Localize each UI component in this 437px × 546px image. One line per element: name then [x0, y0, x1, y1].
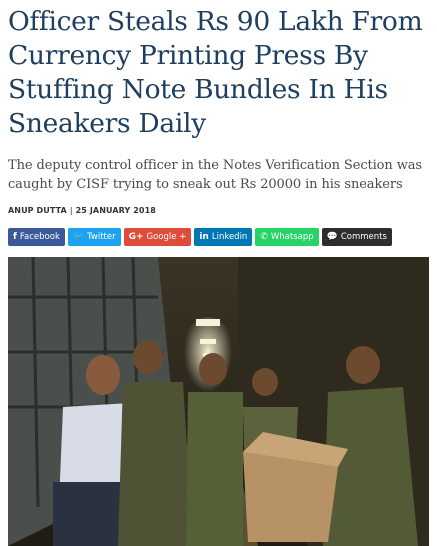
- share-whatsapp-button[interactable]: ✆ Whatsapp: [255, 228, 319, 246]
- share-facebook-label: Facebook: [19, 232, 60, 242]
- article-headline: Officer Steals Rs 90 Lakh From Currency …: [8, 6, 423, 139]
- publish-date: 25 JANUARY 2018: [75, 206, 156, 215]
- article-photo: [8, 257, 429, 546]
- comments-icon: 💬: [326, 231, 338, 242]
- whatsapp-icon: ✆: [260, 231, 268, 242]
- share-google-plus-label: Google +: [146, 232, 187, 242]
- share-facebook-button[interactable]: f Facebook: [8, 228, 65, 246]
- share-bar: f Facebook 🐦 Twitter G+ Google + in Linkedin…: [8, 228, 392, 246]
- share-twitter-label: Twitter: [87, 232, 116, 242]
- photo-illustration: [8, 257, 429, 546]
- byline: ANUP DUTTA | 25 JANUARY 2018: [8, 206, 156, 215]
- article-page: Officer Steals Rs 90 Lakh From Currency …: [0, 0, 437, 546]
- share-comments-button[interactable]: 💬 Comments: [321, 228, 392, 246]
- share-google-plus-button[interactable]: G+ Google +: [123, 228, 192, 246]
- share-comments-label: Comments: [340, 232, 387, 242]
- share-linkedin-button[interactable]: in Linkedin: [194, 228, 253, 246]
- author-name[interactable]: ANUP DUTTA: [8, 206, 67, 215]
- byline-separator: |: [69, 206, 73, 215]
- share-whatsapp-label: Whatsapp: [270, 232, 314, 242]
- twitter-icon: 🐦: [72, 231, 85, 242]
- facebook-icon: f: [13, 231, 17, 242]
- linkedin-icon: in: [199, 231, 209, 242]
- share-twitter-button[interactable]: 🐦 Twitter: [67, 228, 121, 246]
- share-linkedin-label: Linkedin: [211, 232, 248, 242]
- google-plus-icon: G+: [128, 231, 144, 242]
- article-subtitle: The deputy control officer in the Notes …: [8, 158, 422, 192]
